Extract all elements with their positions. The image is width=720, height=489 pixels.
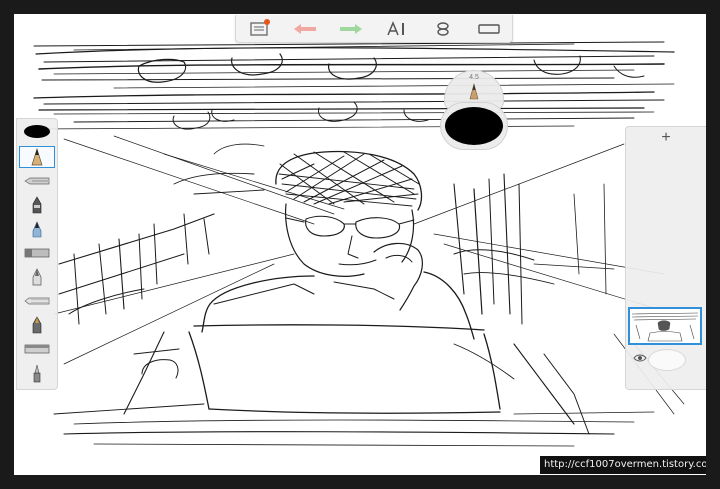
layer-opacity-puck[interactable] — [648, 349, 686, 371]
add-layer-button[interactable]: + — [656, 129, 676, 147]
tool-stamp[interactable] — [19, 338, 55, 360]
smudge-icon — [32, 316, 42, 334]
text-tool-button[interactable] — [380, 18, 414, 40]
eraser-icon — [33, 364, 41, 383]
tool-smudge[interactable] — [19, 314, 55, 336]
layers-icon — [437, 21, 449, 36]
brush-size-label: 4.5 — [469, 74, 479, 81]
canvas-icon — [478, 23, 500, 34]
undo-icon — [294, 23, 316, 34]
redo-button[interactable] — [334, 18, 368, 40]
undo-button[interactable] — [288, 18, 322, 40]
tool-fill[interactable] — [19, 290, 55, 312]
airbrush-icon — [24, 248, 50, 258]
marker-icon — [32, 196, 42, 214]
ballpoint-pen-icon — [24, 177, 50, 185]
tool-chisel[interactable] — [19, 266, 55, 288]
layer-thumbnail[interactable] — [628, 307, 702, 345]
drawing-canvas[interactable] — [14, 14, 706, 475]
pencil-icon — [469, 82, 479, 100]
tool-ballpoint-pen[interactable] — [19, 170, 55, 192]
layers-panel: + — [625, 126, 706, 390]
tool-eraser[interactable] — [19, 362, 55, 384]
layers-button[interactable] — [426, 18, 460, 40]
notification-badge — [264, 18, 270, 25]
tool-airbrush[interactable] — [19, 242, 55, 264]
watermark: http://ccf1007overmen.tistory.com — [540, 456, 706, 474]
text-icon — [387, 20, 404, 35]
tool-marker[interactable] — [19, 194, 55, 216]
top-toolbar — [235, 15, 513, 43]
layer-visibility-icon[interactable] — [633, 353, 647, 363]
app-window: 4.5 + http://ccf1007overmen.tistory.com — [14, 14, 706, 475]
current-color-dot — [445, 107, 503, 145]
stamp-icon — [24, 344, 50, 354]
fill-icon — [24, 297, 50, 305]
gallery-button[interactable] — [242, 18, 276, 40]
color-swatch[interactable] — [24, 125, 50, 138]
brush-color-control[interactable] — [440, 102, 508, 150]
tool-paintbrush[interactable] — [19, 218, 55, 240]
canvas-button[interactable] — [472, 18, 506, 40]
brush-palette — [16, 118, 58, 390]
brush-puck[interactable]: 4.5 — [436, 70, 512, 158]
tool-pencil[interactable] — [19, 146, 55, 168]
paintbrush-icon — [32, 221, 42, 238]
redo-icon — [340, 23, 362, 34]
layer-preview — [631, 312, 699, 342]
chisel-icon — [32, 268, 42, 286]
pencil-icon — [31, 148, 43, 166]
